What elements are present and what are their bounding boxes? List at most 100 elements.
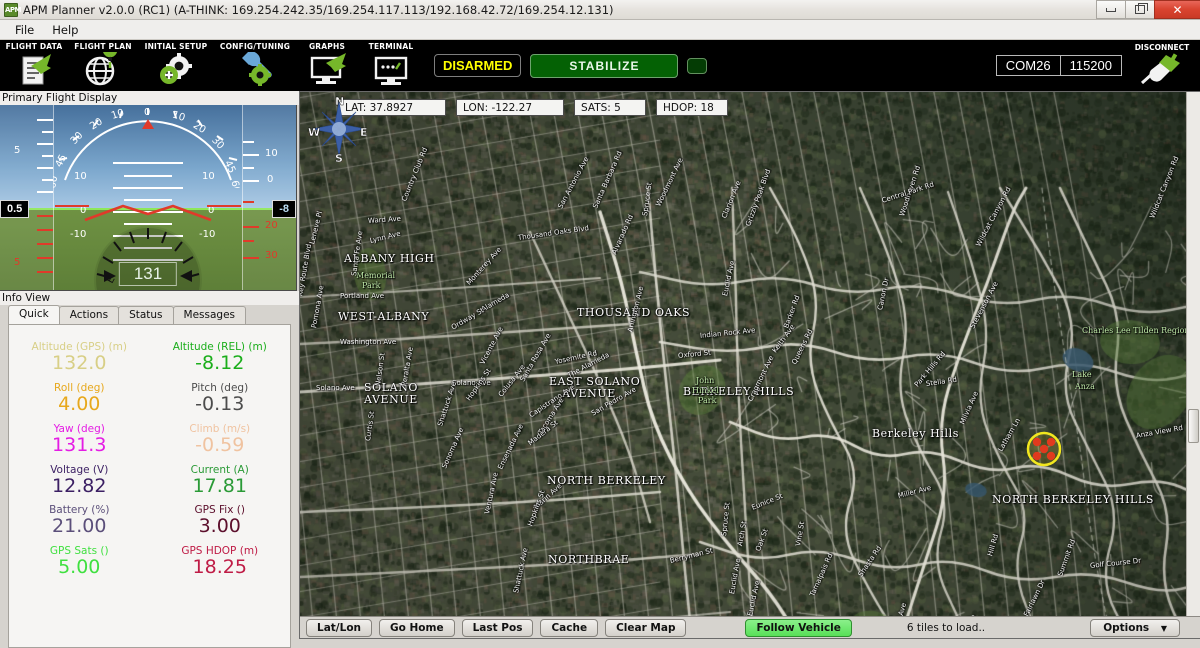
quick-readout-value: 132.0 (52, 352, 107, 374)
chevron-down-icon: ▼ (1160, 623, 1167, 633)
flight-plan-icon (80, 42, 126, 88)
tab-actions[interactable]: Actions (58, 306, 120, 324)
map-sats-field[interactable]: SATS: 5 (574, 98, 646, 116)
toolbar-config-tuning[interactable]: CONFIG/TUNING (214, 40, 296, 91)
restore-button[interactable] (1125, 0, 1154, 19)
toolbar-initial-setup[interactable]: INITIAL SETUP (138, 40, 214, 91)
compass-label-s: S (335, 152, 343, 162)
toolbar-flight-plan[interactable]: FLIGHT PLAN (68, 40, 138, 91)
window-titlebar: APM APM Planner v2.0.0 (RC1) (A-THINK: 1… (0, 0, 1200, 20)
quick-readout-label: Voltage (V) (50, 463, 109, 476)
toolbar-flight-data-label: FLIGHT DATA (5, 42, 63, 51)
close-button[interactable]: ✕ (1154, 0, 1200, 19)
quadcopter-marker-icon[interactable] (1026, 431, 1062, 467)
cache-button[interactable]: Cache (540, 618, 599, 637)
pfd-altitude-readout: -8 (272, 200, 296, 218)
pfd-alt-tick-4: 30 (265, 250, 278, 261)
quick-readout-value: 21.00 (52, 515, 107, 538)
connection-cluster: COM26 115200 DISCONNECT (995, 40, 1194, 91)
pfd-airspeed-readout: 0.5 (0, 200, 30, 218)
pfd-alt-tick-1: 10 (265, 148, 278, 159)
primary-flight-display[interactable]: 0 10 10 20 20 30 30 45 45 60 60 10 10 0 … (0, 105, 297, 291)
disconnect-label: DISCONNECT (1134, 43, 1190, 52)
main-toolbar: FLIGHT DATA FLIGHT PLAN INITIAL SETUP CO… (0, 40, 1200, 91)
pfd-heading-readout: 131 (118, 262, 178, 286)
toolbar-graphs[interactable]: GRAPHS (296, 40, 358, 91)
map-lon-field[interactable]: LON: -122.27 (456, 98, 564, 116)
tab-status[interactable]: Status (118, 306, 174, 324)
map-options-label: Options (1103, 621, 1150, 634)
quick-readout-value: 3.00 (198, 515, 241, 538)
com-port-value[interactable]: COM26 (997, 56, 1060, 75)
minimize-icon (1106, 7, 1116, 12)
map-toolbar: Lat/Lon Go Home Last Pos Cache Clear Map… (300, 616, 1200, 638)
quick-readout-cell: Roll (deg) 4.00 (9, 382, 150, 423)
quick-readout-cell: Climb (m/s) -0.59 (150, 423, 291, 464)
pfd-caption: Primary Flight Display (0, 91, 299, 105)
left-column: Primary Flight Display 0 10 10 20 20 30 … (0, 91, 299, 648)
quick-readout-value: 5.00 (58, 556, 101, 579)
toolbar-config-tuning-label: CONFIG/TUNING (219, 42, 291, 51)
clear-map-button[interactable]: Clear Map (605, 618, 687, 637)
quick-readout-cell: Battery (%) 21.00 (9, 504, 150, 545)
latlon-button[interactable]: Lat/Lon (306, 618, 373, 637)
map-telemetry-bar: LAT: 37.8927 LON: -122.27 SATS: 5 HDOP: … (300, 98, 1200, 116)
quick-readout-cell: Altitude (REL) (m) -8.12 (150, 341, 291, 382)
quick-readout-value: 131.3 (52, 433, 107, 456)
initial-setup-icon (153, 52, 199, 88)
map-hdop-field[interactable]: HDOP: 18 (656, 98, 728, 116)
baud-rate-value[interactable]: 115200 (1059, 56, 1121, 75)
link-status-indicator[interactable] (687, 57, 708, 74)
map-satellite-imagery[interactable] (300, 92, 1200, 638)
toolbar-flight-data[interactable]: FLIGHT DATA (0, 40, 68, 91)
quick-readout-cell: GPS HDOP (m) 18.25 (150, 545, 291, 586)
quick-readout-cell: Voltage (V) 12.82 (9, 464, 150, 505)
go-home-button[interactable]: Go Home (379, 618, 455, 637)
disconnect-button[interactable]: DISCONNECT (1130, 43, 1194, 88)
quick-readout-label: Yaw (deg) (53, 422, 105, 435)
restore-icon (1135, 3, 1148, 14)
tab-quick[interactable]: Quick (8, 305, 60, 324)
quick-readout-label: Current (A) (190, 463, 249, 476)
info-view-caption: Info View (0, 291, 299, 305)
arm-status-badge[interactable]: DISARMED (434, 54, 522, 77)
compass-label-n: N (335, 96, 344, 108)
serial-settings[interactable]: COM26 115200 (995, 55, 1122, 76)
map-scroll-thumb[interactable] (1188, 408, 1199, 443)
menu-item-help[interactable]: Help (43, 21, 87, 39)
quick-readout-value: 12.82 (52, 474, 107, 497)
quick-readout-value: 4.00 (58, 392, 101, 415)
quick-readout-cell: GPS Sats () 5.00 (9, 545, 150, 586)
status-cluster: DISARMED STABILIZE (434, 40, 708, 91)
flight-data-icon (11, 52, 57, 88)
compass-label-w: W (308, 126, 320, 139)
quick-readout-value: -0.59 (195, 433, 245, 456)
map-view[interactable]: ALBANY HIGH Memorial Park WEST-ALBANY Washin… (299, 91, 1200, 639)
tab-messages[interactable]: Messages (172, 306, 247, 324)
quick-readout-cell: Yaw (deg) 131.3 (9, 423, 150, 464)
menu-item-file[interactable]: File (6, 21, 43, 39)
terminal-icon (368, 52, 414, 88)
main-area: Primary Flight Display 0 10 10 20 20 30 … (0, 91, 1200, 648)
quick-readout-label: Climb (m/s) (189, 422, 251, 435)
quick-readout-cell: Current (A) 17.81 (150, 464, 291, 505)
last-pos-button[interactable]: Last Pos (461, 618, 534, 637)
quick-readout-value: -0.13 (195, 392, 245, 415)
minimize-button[interactable] (1096, 0, 1125, 19)
quick-readout-value: 17.81 (192, 474, 247, 497)
toolbar-graphs-label: GRAPHS (308, 42, 346, 51)
pfd-alt-tick-2: 0 (267, 174, 274, 185)
pfd-alt-tick-3: 20 (265, 220, 278, 231)
map-vertical-scrollbar[interactable] (1186, 92, 1200, 638)
quick-readout-cell: Altitude (GPS) (m) 132.0 (9, 341, 150, 382)
follow-vehicle-button[interactable]: Follow Vehicle (745, 618, 852, 637)
info-view-tabs: Quick Actions Status Messages (0, 305, 299, 324)
window-controls: ✕ (1096, 0, 1200, 20)
pfd-airspeed-tape: 5 5 (0, 105, 89, 290)
toolbar-terminal[interactable]: TERMINAL (358, 40, 424, 91)
toolbar-terminal-label: TERMINAL (368, 42, 414, 51)
window-title: APM Planner v2.0.0 (RC1) (A-THINK: 169.2… (23, 2, 614, 17)
quick-readout-value: 18.25 (192, 556, 247, 579)
flight-mode-badge[interactable]: STABILIZE (530, 53, 679, 78)
map-options-button[interactable]: Options ▼ (1090, 618, 1180, 637)
